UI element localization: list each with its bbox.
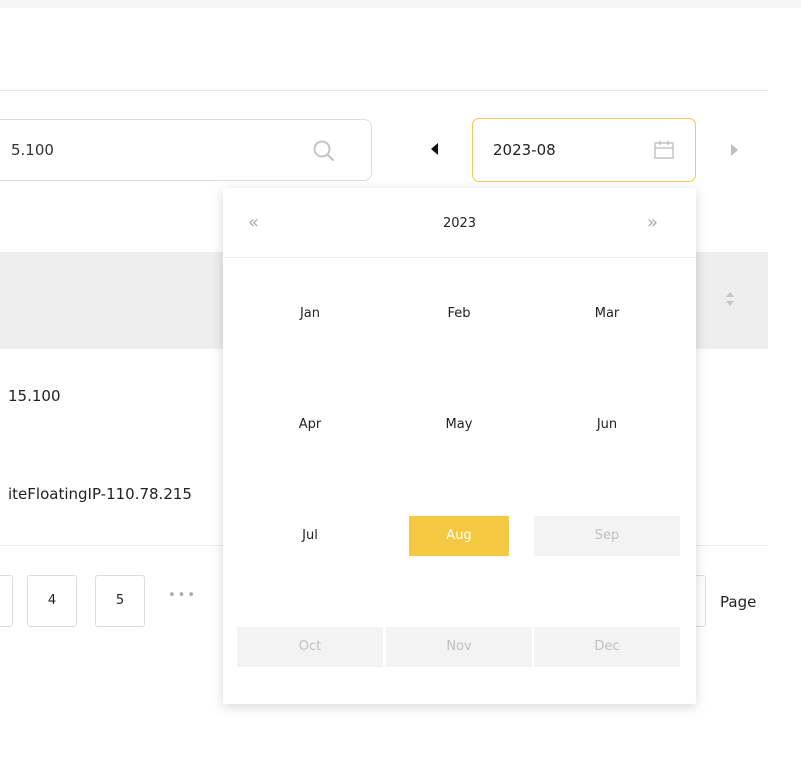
page-button[interactable] (0, 575, 13, 627)
page-label: Page (720, 593, 757, 611)
month-cell-aug[interactable]: Aug (409, 516, 509, 556)
page-button-4[interactable]: 4 (27, 575, 77, 627)
month-cell-may[interactable]: May (386, 405, 532, 445)
search-icon[interactable] (311, 138, 337, 164)
header-divider (0, 90, 768, 91)
month-cell-nov: Nov (386, 627, 532, 667)
month-cell-dec: Dec (534, 627, 680, 667)
month-cell-oct: Oct (237, 627, 383, 667)
month-cell-jun[interactable]: Jun (534, 405, 680, 445)
month-cell-jan[interactable]: Jan (237, 294, 383, 334)
prev-month-arrow-icon[interactable] (430, 143, 440, 155)
month-picker-dropdown: « 2023 » Jan Feb Mar Apr May Jun Jul Aug Sep Oct N… (223, 188, 696, 704)
search-value: 5.100 (11, 141, 54, 159)
search-input[interactable]: 5.100 (0, 119, 372, 181)
month-cell-feb[interactable]: Feb (386, 294, 532, 334)
table-cell: iteFloatingIP-110.78.215 (8, 485, 192, 503)
sort-icon[interactable] (724, 289, 736, 309)
next-year-icon[interactable]: » (647, 212, 658, 233)
month-cell-jul[interactable]: Jul (237, 516, 383, 556)
page-button-5[interactable]: 5 (95, 575, 145, 627)
next-month-arrow-icon[interactable] (729, 144, 739, 156)
picker-header: « 2023 » (223, 188, 696, 258)
pagination-ellipsis[interactable]: ••• (168, 588, 197, 603)
picker-year[interactable]: 2023 (223, 216, 696, 231)
month-cell-apr[interactable]: Apr (237, 405, 383, 445)
table-cell: 15.100 (8, 387, 61, 405)
date-value: 2023-08 (493, 141, 556, 159)
calendar-icon[interactable] (653, 140, 675, 160)
month-picker-input[interactable]: 2023-08 (472, 118, 696, 182)
month-cell-mar[interactable]: Mar (534, 294, 680, 334)
month-cell-sep: Sep (534, 516, 680, 556)
